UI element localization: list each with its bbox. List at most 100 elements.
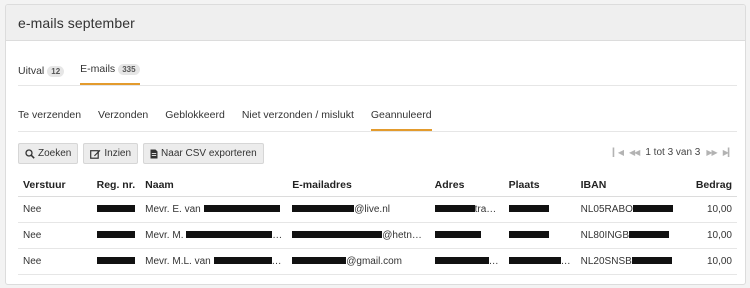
panel-header: e-mails september [6,5,745,41]
redaction [434,205,475,213]
redaction [508,231,549,239]
iban-text: NL20SNSB [580,255,632,267]
tab-uitval-count: 12 [47,65,65,77]
tab-emails-label: E-mails [80,63,116,75]
redaction [632,205,673,213]
status-tabs: Te verzenden Verzonden Geblokkeerd Niet … [18,109,449,131]
cell-iban: NL20SNSB [575,248,678,275]
cell-naam: Mevr. M. … [140,222,288,249]
redaction [508,257,561,265]
table-row[interactable]: Nee Mevr. M.L. van … @gmail.com … … NL20… [18,248,737,275]
cell-reg-nr [84,248,141,275]
previous-page-icon[interactable]: ◀◀ [629,148,640,157]
iban-text: NL80INGB [580,229,629,241]
redaction [631,257,672,265]
cell-naam: Mevr. M.L. van … [140,248,288,275]
redaction [629,231,669,239]
search-icon [25,148,35,159]
redaction [97,257,136,265]
emails-table: Verstuur Reg. nr. Naam E-mailadres Adres… [18,174,737,275]
status-tabs-divider [18,131,737,132]
cell-email: @gmail.com [287,248,430,275]
panel-title: e-mails september [18,14,135,31]
pagination: ▎◀ ◀◀ 1 tot 3 van 3 ▶▶ ▶▎ [613,147,734,158]
tab-uitval-label: Uitval [18,65,45,77]
cell-reg-nr [84,222,141,249]
redaction [434,257,489,265]
iban-text: NL05RABO [580,203,633,215]
redaction [97,231,136,239]
search-button-label: Zoeken [38,148,72,159]
redaction [292,231,383,239]
cell-plaats: … [503,248,576,275]
redaction [508,205,549,213]
export-csv-button[interactable]: Naar CSV exporteren [143,143,264,164]
cell-verstuur: Nee [18,196,85,223]
cell-naam: Mevr. E. van [140,196,288,223]
tab-emails-count: 335 [118,63,140,75]
cell-adres [429,222,504,249]
col-plaats[interactable]: Plaats [503,174,576,197]
redaction [203,205,280,213]
tab-uitval[interactable]: Uitval 12 [18,63,65,85]
cell-adres: … [429,248,504,275]
tab-geannuleerd[interactable]: Geannuleerd [370,109,432,131]
view-button[interactable]: Inzien [83,143,139,164]
pagination-range: 1 tot 3 van 3 [645,147,701,158]
search-button[interactable]: Zoeken [18,143,79,164]
col-reg-nr[interactable]: Reg. nr. [84,174,141,197]
naam-text: Mevr. E. van [145,203,201,215]
email-text: @gmail.com [346,255,402,267]
col-bedrag[interactable]: Bedrag [677,174,737,197]
edit-icon [90,149,101,159]
redaction [186,231,273,239]
redaction [97,205,136,213]
adres-text: tra… [474,203,497,215]
col-adres[interactable]: Adres [429,174,504,197]
table-row[interactable]: Nee Mevr. M. … @hetn… NL80INGB 10,00 [18,222,737,249]
redaction [213,257,272,265]
cell-plaats [503,196,576,223]
toolbar: Zoeken Inzien Naar CSV exporteren [18,143,264,164]
tab-te-verzenden[interactable]: Te verzenden [18,109,81,131]
col-iban[interactable]: IBAN [575,174,678,197]
col-emailadres[interactable]: E-mailadres [287,174,430,197]
naam-text: Mevr. M.L. van [145,255,211,267]
naam-text: Mevr. M. [145,229,184,241]
file-icon [150,149,158,158]
top-tabs-divider [18,85,737,86]
last-page-icon[interactable]: ▶▎ [723,148,734,157]
cell-iban: NL80INGB [575,222,678,249]
tab-verzonden[interactable]: Verzonden [98,109,148,131]
view-button-label: Inzien [104,148,132,159]
col-verstuur[interactable]: Verstuur [18,174,85,197]
email-text: @hetn… [382,229,422,241]
tab-emails[interactable]: E-mails 335 [80,63,140,85]
cell-verstuur: Nee [18,248,85,275]
next-page-icon[interactable]: ▶▶ [706,148,717,157]
cell-email: @hetn… [287,222,430,249]
cell-email: @live.nl [287,196,430,223]
tab-niet-verzonden[interactable]: Niet verzonden / mislukt [242,109,354,131]
cell-bedrag: 10,00 [677,196,737,223]
cell-reg-nr [84,196,141,223]
email-text: @live.nl [354,203,390,215]
emails-panel: e-mails september Uitval 12 E-mails 335 … [5,4,746,285]
cell-bedrag: 10,00 [677,222,737,249]
cell-iban: NL05RABO [575,196,678,223]
cell-bedrag: 10,00 [677,248,737,275]
col-naam[interactable]: Naam [140,174,288,197]
first-page-icon[interactable]: ▎◀ [613,148,624,157]
cell-adres: tra… [429,196,504,223]
redaction [292,205,355,213]
table-header-row: Verstuur Reg. nr. Naam E-mailadres Adres… [18,174,737,197]
export-csv-button-label: Naar CSV exporteren [161,148,257,159]
adres-text: … [488,255,499,267]
tab-geblokkeerd[interactable]: Geblokkeerd [165,109,225,131]
table-row[interactable]: Nee Mevr. E. van @live.nl tra… NL05RABO … [18,196,737,223]
redaction [434,231,481,239]
cell-verstuur: Nee [18,222,85,249]
redaction [292,257,347,265]
top-tabs: Uitval 12 E-mails 335 [18,63,156,85]
cell-plaats [503,222,576,249]
